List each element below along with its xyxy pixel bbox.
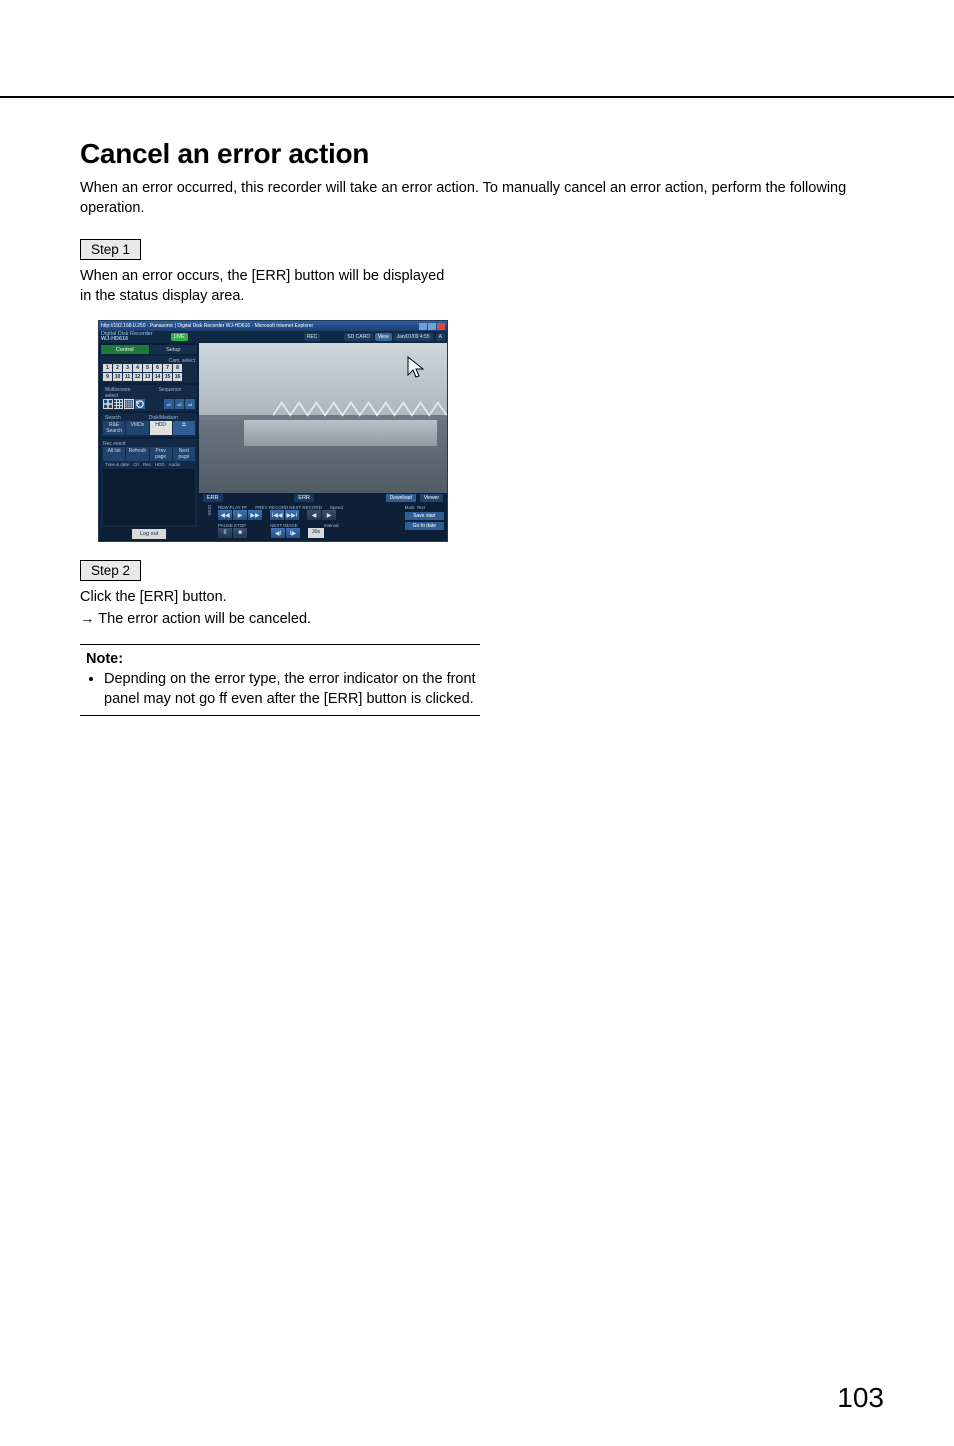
- col-ch: Ch: [133, 462, 139, 467]
- note-title: Note:: [86, 651, 480, 667]
- tab-control[interactable]: Control: [101, 345, 149, 354]
- ff-button[interactable]: ▶▶: [248, 510, 262, 520]
- zoom-x2-icon[interactable]: x2: [175, 399, 185, 409]
- note-block: Note: Depnding on the error type, the er…: [80, 644, 480, 717]
- window-title: http://192.168.0.250 · Panasonic | Digit…: [101, 323, 313, 329]
- pause-button[interactable]: II: [218, 528, 232, 538]
- interval-select[interactable]: 30s: [308, 528, 324, 538]
- logout-button[interactable]: Log out: [132, 529, 166, 539]
- camera-button[interactable]: 10: [113, 373, 122, 381]
- vmd-button[interactable]: VMDs: [126, 421, 148, 435]
- camera-button[interactable]: 7: [163, 364, 172, 372]
- alllist-button[interactable]: All list: [103, 447, 125, 461]
- camera-grid: 1 2 3 4 5 6 7 8 9 10 11 12 13: [103, 364, 195, 381]
- step2-text-b: The error action will be canceled.: [80, 609, 450, 629]
- err-badge-left[interactable]: ERR: [203, 494, 223, 502]
- camera-button[interactable]: 14: [153, 373, 162, 381]
- status-view[interactable]: View: [375, 333, 392, 341]
- layout-16-icon[interactable]: [124, 399, 134, 409]
- camera-button[interactable]: 12: [133, 373, 142, 381]
- step2-text-a: Click the [ERR] button.: [80, 587, 450, 607]
- multiscreen-label: Multiscreen select: [105, 387, 131, 399]
- prev-record-button[interactable]: I◀◀: [270, 510, 284, 520]
- tab-setup[interactable]: Setup: [150, 345, 198, 354]
- status-rec: REC: [304, 333, 321, 341]
- video-viewport[interactable]: ERR ERR Download Viewer: [199, 343, 447, 502]
- camera-button[interactable]: 1: [103, 364, 112, 372]
- window-titlebar: http://192.168.0.250 · Panasonic | Digit…: [99, 321, 447, 331]
- hdd-tab[interactable]: DISK: [202, 505, 212, 516]
- status-alarm-icon: A: [436, 333, 445, 341]
- step2-label: Step 2: [80, 560, 141, 581]
- download-button[interactable]: Download: [386, 494, 416, 502]
- event-list[interactable]: [103, 469, 195, 525]
- col-hdd: HDD: [155, 462, 165, 467]
- step1-text: When an error occurs, the [ERR] button w…: [80, 266, 450, 307]
- speed-down-button[interactable]: ◀: [307, 510, 321, 520]
- train-graphic: [244, 420, 437, 446]
- sequence-icon[interactable]: [135, 399, 145, 409]
- prevpage-button[interactable]: Prev page: [150, 447, 172, 461]
- layout-9-icon[interactable]: [114, 399, 124, 409]
- layout-4-icon[interactable]: [103, 399, 113, 409]
- camera-button[interactable]: 2: [113, 364, 122, 372]
- camera-button[interactable]: 13: [143, 373, 152, 381]
- stop-button[interactable]: ■: [233, 528, 247, 538]
- camera-button[interactable]: 5: [143, 364, 152, 372]
- camera-button[interactable]: 4: [133, 364, 142, 372]
- app-toolbar: Digital Disk Recorder WJ-HD616 LIVE REC …: [99, 331, 447, 343]
- page-number: 103: [837, 1382, 884, 1414]
- camera-button[interactable]: 16: [173, 373, 182, 381]
- prev-image-button[interactable]: ◀I: [271, 528, 285, 538]
- transport-bar: DISK REW PLAY FF PREV RECORD NEXT RECORD…: [199, 502, 447, 541]
- status-datetime: Jan/01/09 4:55: [394, 333, 433, 341]
- status-live: LIVE: [171, 333, 188, 341]
- play-button[interactable]: ▶: [233, 510, 247, 520]
- step1-label: Step 1: [80, 239, 141, 260]
- hdd-select[interactable]: HDD: [150, 421, 172, 435]
- camera-button[interactable]: 11: [123, 373, 132, 381]
- camera-button[interactable]: 8: [173, 364, 182, 372]
- sequence-label: Sequence: [159, 387, 182, 399]
- intro-text: When an error occurred, this recorder wi…: [80, 178, 874, 219]
- save-start-button[interactable]: Save start: [405, 512, 444, 520]
- product-name: Digital Disk Recorder WJ-HD616: [101, 332, 153, 343]
- copy-button[interactable]: ⧉: [173, 421, 195, 435]
- viewer-button[interactable]: Viewer: [420, 494, 443, 502]
- rew-button[interactable]: ◀◀: [218, 510, 232, 520]
- app-screenshot: http://192.168.0.250 · Panasonic | Digit…: [98, 320, 448, 542]
- col-time: Time & date: [105, 462, 129, 467]
- nextpage-button[interactable]: Next page: [173, 447, 195, 461]
- note-bullet: Depnding on the error type, the error in…: [104, 669, 480, 710]
- camera-button[interactable]: 6: [153, 364, 162, 372]
- sidebar: Control Setup Cam. select 1 2 3 4 5 6 7: [99, 343, 199, 541]
- window-control-buttons: [419, 323, 445, 330]
- speed-up-button[interactable]: ▶: [322, 510, 336, 520]
- next-image-button[interactable]: I▶: [286, 528, 300, 538]
- search-button[interactable]: R&E Search: [103, 421, 125, 435]
- status-sdcard: SD CARD: [344, 333, 373, 341]
- goto-date-button[interactable]: Go to date: [405, 522, 444, 530]
- camera-button[interactable]: 9: [103, 373, 112, 381]
- page-title: Cancel an error action: [80, 138, 874, 170]
- refresh-button[interactable]: Refresh: [126, 447, 148, 461]
- next-record-button[interactable]: ▶▶I: [285, 510, 299, 520]
- err-badge-mid[interactable]: ERR: [294, 494, 314, 502]
- cursor-icon: [405, 355, 429, 379]
- zoom-x4-icon[interactable]: x4: [185, 399, 195, 409]
- zoom-x1-icon[interactable]: x1: [164, 399, 174, 409]
- col-audio: Audio: [169, 462, 181, 467]
- camera-button[interactable]: 15: [163, 373, 172, 381]
- camera-button[interactable]: 3: [123, 364, 132, 372]
- col-rec: Rec: [143, 462, 151, 467]
